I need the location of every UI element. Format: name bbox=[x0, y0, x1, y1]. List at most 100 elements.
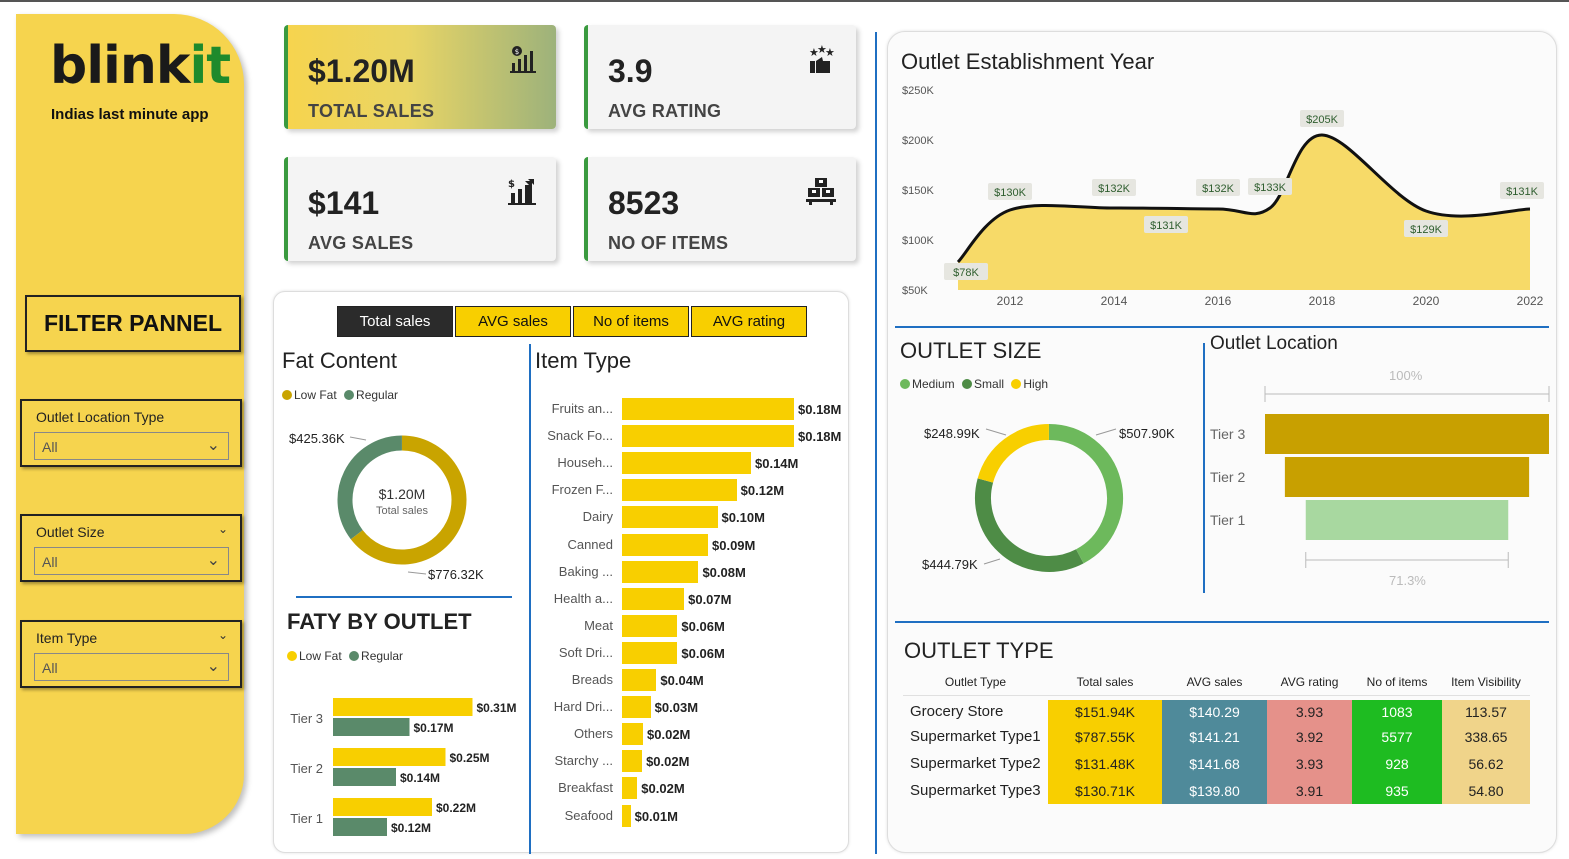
data-label: $78K bbox=[953, 267, 979, 279]
outlet-size-legend: Medium Small High bbox=[900, 377, 1048, 391]
faty-bars: Tier 3 $0.31M $0.17M Tier 2 $0.25M $0.14M Tier… bbox=[290, 698, 517, 836]
col-header[interactable]: No of items bbox=[1352, 668, 1442, 696]
item-type-category: Breakfast bbox=[558, 780, 613, 796]
slicer-outlet-size[interactable]: Outlet Size ⌄ All ⌄ bbox=[20, 514, 242, 582]
leader-line bbox=[983, 558, 1001, 565]
col-header[interactable]: Item Visibility bbox=[1442, 668, 1530, 696]
leader-line bbox=[349, 436, 367, 441]
col-header[interactable]: AVG sales bbox=[1162, 668, 1267, 696]
item-type-bar bbox=[622, 804, 631, 827]
faty-bar-value: $0.12M bbox=[391, 821, 431, 835]
legend-label: Regular bbox=[361, 649, 404, 663]
chevron-down-icon[interactable]: ⌄ bbox=[207, 656, 220, 676]
kpi-value: $1.20M bbox=[308, 53, 415, 89]
avg-rating-cell: 3.91 bbox=[1267, 777, 1352, 804]
funnel-marks: Tier 3 Tier 2 Tier 1 bbox=[1210, 386, 1550, 568]
brand-tagline: Indias last minute app bbox=[51, 106, 209, 123]
fat-center-value: $1.20M bbox=[378, 486, 426, 502]
col-header[interactable]: Total sales bbox=[1048, 668, 1162, 696]
no-of-items-cell: 928 bbox=[1352, 750, 1442, 777]
item-visibility-cell: 54.80 bbox=[1442, 777, 1530, 804]
item-type-row: Fruits an... $0.18M bbox=[535, 398, 855, 420]
avg-sales-cell: $140.29 bbox=[1162, 696, 1267, 723]
item-type-value: $0.06M bbox=[681, 645, 725, 661]
faty-bar-value: $0.14M bbox=[400, 771, 440, 785]
item-type-category: Others bbox=[573, 726, 613, 742]
avg-sales-cell: $141.68 bbox=[1162, 750, 1267, 777]
table-row: Grocery Store $151.94K $140.29 3.93 1083 113.… bbox=[903, 696, 1530, 723]
table-header-row: Outlet Type Total sales AVG sales AVG ra… bbox=[903, 668, 1530, 696]
tab-no-of-items[interactable]: No of items bbox=[573, 306, 689, 337]
kpi-avg-rating: 3.9 AVG RATING ★ ★ ★ bbox=[584, 25, 856, 129]
legend-dot-regular bbox=[349, 651, 360, 661]
slicer-value: All bbox=[42, 554, 58, 570]
items-boxes-icon bbox=[806, 178, 836, 205]
col-header[interactable]: Outlet Type bbox=[903, 668, 1048, 696]
size-donut-slices bbox=[975, 424, 1123, 572]
item-type-row: Dairy $0.10M bbox=[535, 506, 855, 529]
kpi-value: 3.9 bbox=[608, 53, 653, 89]
table-row: Supermarket Type3 $130.71K $139.80 3.91 935 5… bbox=[903, 777, 1530, 804]
data-label: $131K bbox=[1150, 220, 1182, 232]
tab-avg-sales[interactable]: AVG sales bbox=[455, 306, 571, 337]
no-of-items-cell: 1083 bbox=[1352, 696, 1442, 723]
fat-label-regular: $425.36K bbox=[289, 431, 345, 446]
collapse-chevron-icon[interactable]: ⌄ bbox=[218, 628, 228, 642]
collapse-chevron-icon[interactable]: ⌄ bbox=[218, 522, 228, 536]
faty-bar-low-fat bbox=[333, 798, 432, 816]
x-tick-label: 2018 bbox=[1309, 294, 1336, 308]
avg-sales-cell: $141.21 bbox=[1162, 723, 1267, 750]
item-type-bar bbox=[622, 614, 678, 637]
item-type-value: $0.18M bbox=[798, 429, 842, 445]
tab-avg-rating[interactable]: AVG rating bbox=[691, 306, 807, 337]
item-type-category: Breads bbox=[571, 672, 613, 687]
svg-text:$: $ bbox=[508, 179, 515, 190]
avg-rating-cell: 3.92 bbox=[1267, 723, 1352, 750]
slicer-dropdown[interactable]: All ⌄ bbox=[34, 547, 229, 575]
faty-by-outlet-chart: Tier 3 $0.31M $0.17M Tier 2 $0.25M $0.14M Tier… bbox=[290, 698, 517, 836]
slicer-outlet-location-type[interactable]: Outlet Location Type All ⌄ bbox=[20, 399, 242, 467]
funnel-tier-label: Tier 3 bbox=[1210, 426, 1245, 442]
item-type-row: Others $0.02M bbox=[535, 723, 855, 746]
chevron-down-icon[interactable]: ⌄ bbox=[207, 550, 220, 570]
chevron-down-icon[interactable]: ⌄ bbox=[207, 435, 220, 455]
data-label: $132K bbox=[1098, 183, 1130, 195]
item-type-category: Househ... bbox=[557, 455, 613, 471]
item-type-row: Starchy ... $0.02M bbox=[535, 750, 855, 773]
brand-logo: blinkit bbox=[50, 36, 231, 96]
funnel-tier-label: Tier 2 bbox=[1210, 469, 1245, 485]
avg-sales-cell: $139.80 bbox=[1162, 777, 1267, 804]
item-type-title: Item Type bbox=[535, 348, 632, 373]
slicer-dropdown[interactable]: All ⌄ bbox=[34, 653, 229, 681]
item-type-value: $0.18M bbox=[798, 402, 842, 417]
x-tick-label: 2020 bbox=[1413, 294, 1440, 308]
y-tick-label: $200K bbox=[902, 135, 934, 147]
y-tick-label: $50K bbox=[902, 285, 928, 297]
legend-dot-high bbox=[1011, 379, 1022, 389]
fat-divider bbox=[296, 596, 512, 598]
total-sales-cell: $131.48K bbox=[1048, 750, 1162, 777]
tab-total-sales[interactable]: Total sales bbox=[337, 306, 453, 337]
slicer-dropdown[interactable]: All ⌄ bbox=[34, 432, 229, 460]
donut-slice-small bbox=[975, 478, 1084, 572]
kpi-label: NO OF ITEMS bbox=[608, 233, 729, 253]
donut-slice-medium bbox=[1048, 424, 1123, 564]
item-type-row: Canned $0.09M bbox=[535, 533, 855, 556]
size-label-medium: $507.90K bbox=[1119, 426, 1175, 441]
item-type-value: $0.14M bbox=[755, 456, 799, 472]
sales-chart-icon: $ bbox=[510, 46, 536, 73]
item-type-row: Breakfast $0.02M bbox=[535, 777, 855, 800]
item-type-bar bbox=[622, 425, 794, 448]
col-header[interactable]: AVG rating bbox=[1267, 668, 1352, 696]
filter-sidebar: blinkit Indias last minute app FILTER PA… bbox=[16, 14, 244, 834]
avg-sales-chart-icon: $ bbox=[508, 179, 536, 205]
item-type-row: Meat $0.06M bbox=[535, 614, 855, 637]
location-divider bbox=[895, 621, 1549, 623]
item-type-value: $0.07M bbox=[688, 591, 732, 607]
year-divider bbox=[895, 326, 1549, 328]
slicer-label: Outlet Location Type bbox=[36, 409, 165, 425]
outlet-location-funnel: Tier 3 Tier 2 Tier 1 bbox=[1210, 386, 1550, 568]
faty-bar-regular bbox=[333, 768, 396, 786]
kpi-total-sales: $1.20M TOTAL SALES $ bbox=[284, 25, 556, 129]
slicer-item-type[interactable]: Item Type ⌄ All ⌄ bbox=[20, 620, 242, 688]
